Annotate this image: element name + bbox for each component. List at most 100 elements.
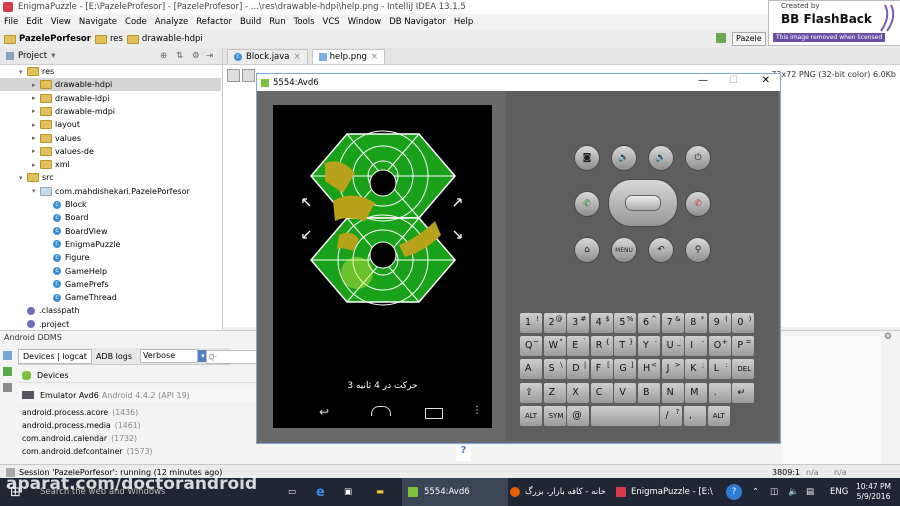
- call-button[interactable]: ✆: [574, 191, 600, 217]
- clock[interactable]: 10:47 PM 5/9/2016: [856, 478, 891, 506]
- keyboard-key[interactable]: SYM: [543, 405, 566, 426]
- keyboard-key[interactable]: Z: [543, 382, 566, 403]
- close-button[interactable]: ✕: [762, 75, 770, 86]
- keyboard-key[interactable]: 5%: [614, 313, 637, 333]
- tree-item[interactable]: c GamePrefs: [0, 278, 221, 291]
- recents-nav-icon[interactable]: [425, 408, 443, 419]
- keyboard-key[interactable]: 3 #: [567, 313, 590, 333]
- keyboard-key[interactable]: C: [590, 382, 613, 403]
- keyboard-key[interactable]: 6 ^: [638, 313, 660, 333]
- menu-build[interactable]: Build: [240, 17, 261, 27]
- keyboard-key[interactable]: [590, 405, 659, 426]
- keyboard-key[interactable]: ALT: [520, 405, 542, 426]
- chevron-right-icon[interactable]: ▸: [32, 107, 40, 115]
- keyboard-key[interactable]: DEL: [732, 359, 755, 380]
- end-call-button[interactable]: ✆: [685, 191, 711, 217]
- back-nav-icon[interactable]: ↩: [319, 405, 329, 419]
- menu-help[interactable]: Help: [454, 17, 473, 27]
- gear-icon[interactable]: ⚙: [884, 332, 892, 342]
- tree-item[interactable]: ▾ src: [0, 171, 221, 184]
- tree-item[interactable]: c BoardView: [0, 225, 221, 238]
- emulator-row[interactable]: Emulator Avd6 Android 4.4.2 (API 19): [18, 388, 258, 402]
- keyboard-key[interactable]: M: [685, 382, 708, 403]
- menu-window[interactable]: Window: [348, 17, 382, 27]
- tree-item[interactable]: ▾ com.mahdishekari.PazelePorfesor: [0, 185, 221, 198]
- log-level-select[interactable]: Verbose: [139, 349, 198, 363]
- maximize-button[interactable]: ☐: [729, 75, 738, 86]
- chevron-right-icon[interactable]: ▸: [32, 81, 40, 89]
- keyboard-key[interactable]: V: [614, 382, 637, 403]
- run-icon[interactable]: [3, 367, 12, 376]
- keyboard-key[interactable]: Q ~: [520, 336, 542, 357]
- puzzle-board[interactable]: [273, 105, 492, 428]
- tree-item[interactable]: c Figure: [0, 251, 221, 264]
- device-screen[interactable]: 3 حرکت در 4 ثانیه ↩ ⋮: [273, 105, 492, 428]
- tab-devices-logcat[interactable]: Devices | logcat: [18, 348, 92, 364]
- chevron-down-icon[interactable]: ▾: [19, 174, 27, 182]
- menu-button[interactable]: MENU: [611, 237, 637, 263]
- tree-item[interactable]: .project: [0, 318, 221, 331]
- process-row[interactable]: android.process.acore (1436): [18, 406, 258, 419]
- dpad-center-button[interactable]: [625, 195, 661, 211]
- keyboard-key[interactable]: P =: [732, 336, 755, 357]
- keyboard-key[interactable]: F[: [590, 359, 613, 380]
- keyboard-key[interactable]: /?: [660, 405, 683, 426]
- tree-item[interactable]: .classpath: [0, 304, 221, 317]
- search-button[interactable]: ⚲: [685, 237, 711, 263]
- language-indicator[interactable]: ENG: [830, 478, 848, 506]
- keyboard-key[interactable]: I-: [685, 336, 708, 357]
- tree-item[interactable]: ▸ xml: [0, 158, 221, 171]
- volume-icon[interactable]: 🔈: [788, 478, 799, 506]
- grid-toggle-icon[interactable]: [242, 69, 255, 82]
- project-panel-title[interactable]: Project: [18, 51, 47, 61]
- tree-item[interactable]: ▾ res: [0, 65, 221, 78]
- keyboard-key[interactable]: 1!: [520, 313, 542, 333]
- collapse-icon[interactable]: ⇅: [176, 51, 183, 61]
- tab-block-java[interactable]: c Block.java ×: [227, 49, 308, 64]
- chevron-down-icon[interactable]: ▾: [51, 51, 55, 61]
- menu-run[interactable]: Run: [269, 17, 285, 27]
- keyboard-key[interactable]: ⇧: [520, 382, 542, 403]
- back-button[interactable]: ↶: [648, 237, 674, 263]
- menu-view[interactable]: View: [51, 17, 71, 27]
- keyboard-key[interactable]: 7 &: [661, 313, 684, 333]
- keyboard-key[interactable]: H <: [638, 359, 660, 380]
- keyboard-key[interactable]: E `: [567, 336, 590, 357]
- chevron-right-icon[interactable]: ▸: [32, 147, 40, 155]
- keyboard-key[interactable]: B: [638, 382, 660, 403]
- menu-tools[interactable]: Tools: [294, 17, 315, 27]
- menu-refactor[interactable]: Refactor: [196, 17, 232, 27]
- hide-panel-icon[interactable]: ⇥: [206, 51, 213, 61]
- keyboard-key[interactable]: J >: [661, 359, 684, 380]
- process-row[interactable]: android.process.media (1461): [18, 419, 258, 432]
- menu-navigate[interactable]: Navigate: [79, 17, 117, 27]
- keyboard-key[interactable]: T}: [614, 336, 637, 357]
- network-icon[interactable]: ◫: [770, 478, 778, 506]
- chevron-right-icon[interactable]: ▸: [32, 134, 40, 142]
- tree-item[interactable]: c GameHelp: [0, 265, 221, 278]
- menu-db-navigator[interactable]: DB Navigator: [389, 17, 446, 27]
- keyboard-key[interactable]: O +: [708, 336, 731, 357]
- close-icon[interactable]: ×: [371, 52, 378, 62]
- edge-icon[interactable]: e: [316, 478, 325, 506]
- camera-button[interactable]: ◙: [574, 145, 600, 171]
- keyboard-key[interactable]: @: [567, 405, 590, 426]
- volume-down-button[interactable]: 🔈: [611, 145, 637, 171]
- chevron-down-icon[interactable]: ▾: [19, 68, 27, 76]
- log-search-input[interactable]: [206, 350, 262, 364]
- keyboard-key[interactable]: W ": [543, 336, 566, 357]
- keyboard-key[interactable]: S \: [543, 359, 566, 380]
- debug-icon[interactable]: [3, 383, 12, 392]
- power-button[interactable]: ⏻: [685, 145, 711, 171]
- keyboard-key[interactable]: 4 $: [590, 313, 613, 333]
- tree-item[interactable]: ▸ layout: [0, 118, 221, 131]
- menu-vcs[interactable]: VCS: [323, 17, 340, 27]
- chevron-down-icon[interactable]: ▾: [32, 187, 40, 195]
- menu-code[interactable]: Code: [125, 17, 147, 27]
- run-config-select[interactable]: Pazele: [732, 32, 766, 46]
- dpad[interactable]: [608, 179, 678, 227]
- tree-item[interactable]: ▸ drawable-hdpi: [0, 78, 221, 92]
- taskbar-firefox-item[interactable]: خانه - کافه بازار، بزرگ: [510, 478, 606, 506]
- tree-item[interactable]: ▸ values-de: [0, 145, 221, 158]
- tree-item[interactable]: c Block: [0, 198, 221, 211]
